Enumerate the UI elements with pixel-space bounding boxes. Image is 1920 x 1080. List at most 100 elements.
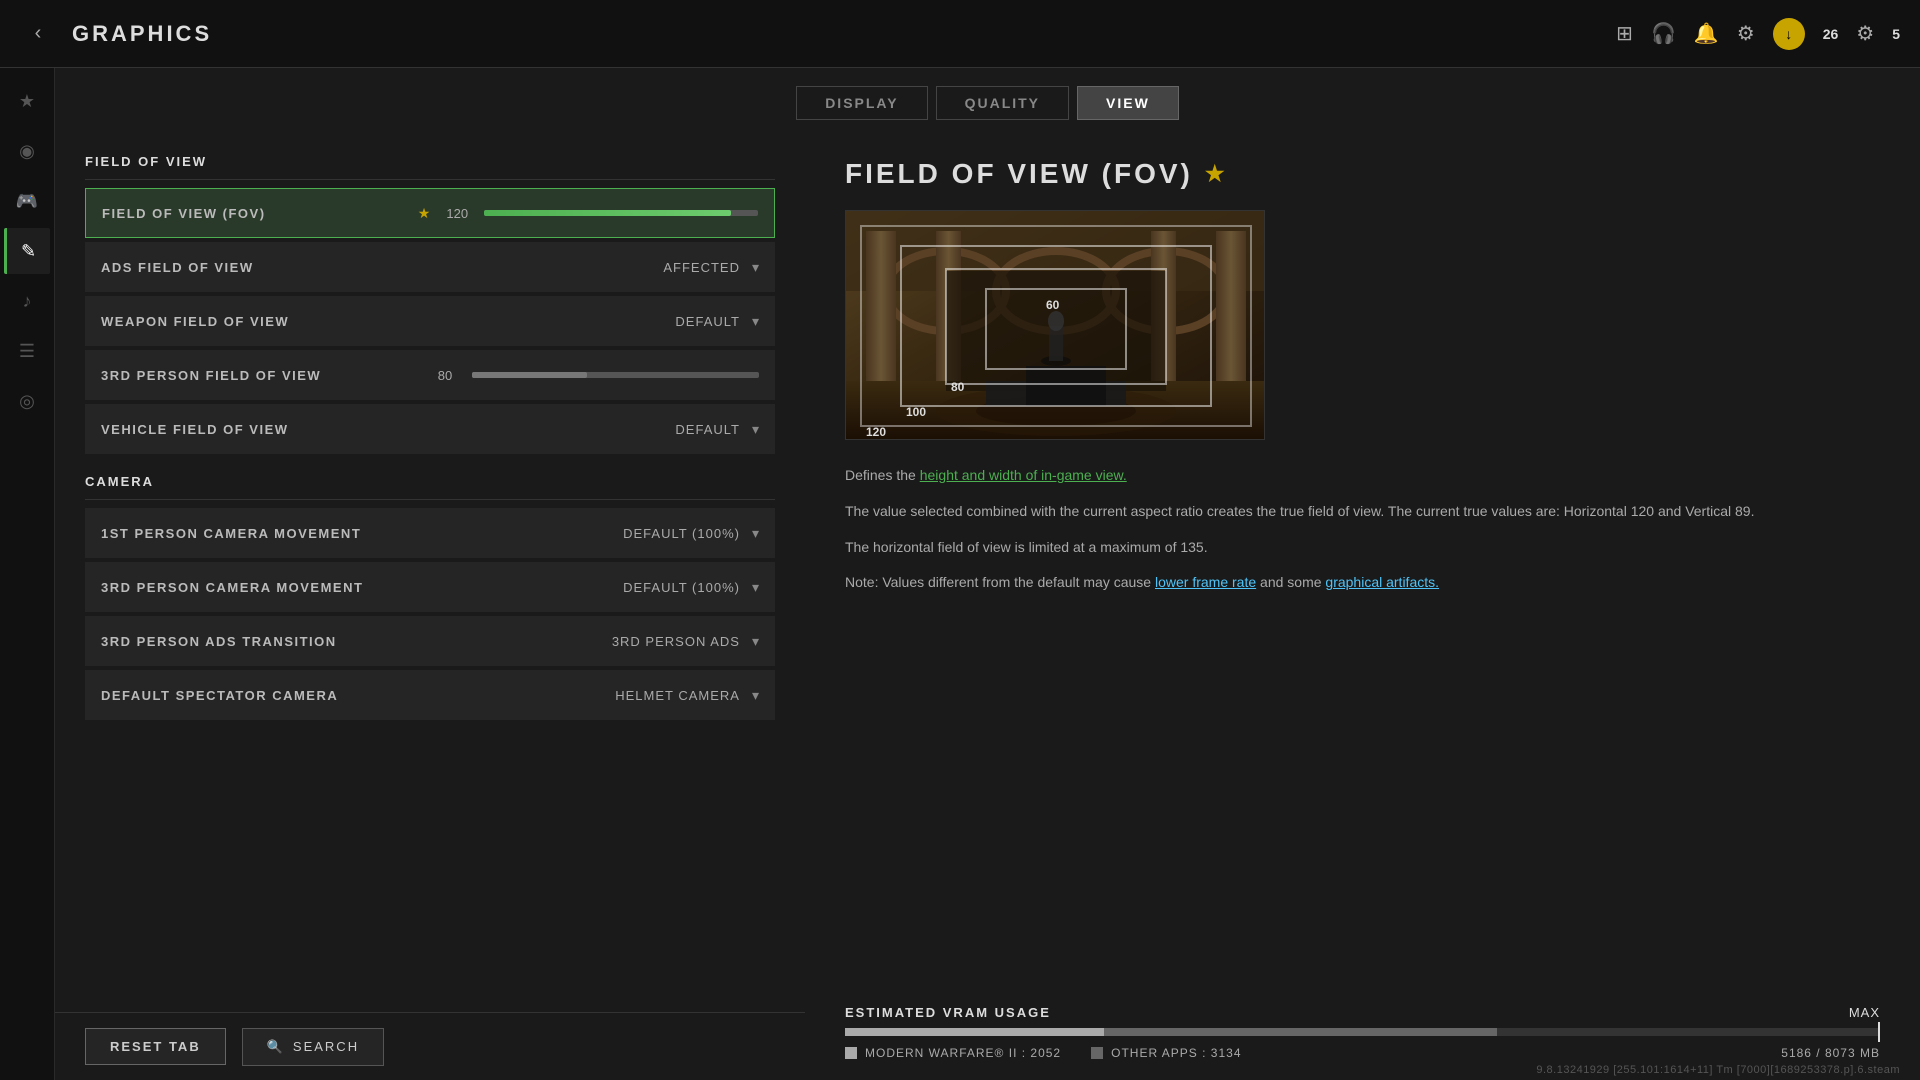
download-badge[interactable]: ↓ [1773,18,1805,50]
3rd-person-ads-row[interactable]: 3RD PERSON ADS TRANSITION 3RD PERSON ADS… [85,616,775,666]
panel-title: FIELD OF VIEW (FOV) ★ [845,158,1880,190]
mw-dot [845,1047,857,1059]
spectator-cam-row[interactable]: DEFAULT SPECTATOR CAMERA HELMET CAMERA ▾ [85,670,775,720]
ads-fov-label: ADS FIELD OF VIEW [101,260,663,275]
fov-diagram: 120 100 80 60 [846,211,1265,440]
tab-quality[interactable]: QUALITY [936,86,1069,120]
sidebar-item-star[interactable]: ★ [4,78,50,124]
star-icon: ★ [19,91,35,112]
other-label: OTHER APPS : 3134 [1111,1046,1241,1060]
grid-icon[interactable]: ⊞ [1616,21,1633,46]
download-icon: ↓ [1785,26,1792,42]
graphics-icon: ✎ [21,241,36,262]
header-right: ⊞ 🎧 🔔 ⚙ ↓ 26 ⚙ 5 [1616,18,1900,50]
network-icon: ◎ [19,391,35,412]
tab-display[interactable]: DISPLAY [796,86,927,120]
left-panel: FIELD OF VIEW FIELD OF VIEW (FOV) ★ 120 … [55,138,805,1080]
desc-4-prefix: Note: Values different from the default … [845,574,1155,590]
vram-total: 5186 / 8073 MB [1781,1046,1880,1060]
main-content: DISPLAY QUALITY VIEW FIELD OF VIEW FIELD… [55,68,1920,1080]
weapon-fov-row[interactable]: WEAPON FIELD OF VIEW DEFAULT ▾ [85,296,775,346]
3rd-person-cam-value: DEFAULT (100%) [623,580,740,595]
back-button[interactable]: ‹ [20,16,56,52]
bell-icon[interactable]: 🔔 [1694,21,1719,46]
header: ‹ GRAPHICS ⊞ 🎧 🔔 ⚙ ↓ 26 ⚙ 5 [0,0,1920,68]
vehicle-fov-label: VEHICLE FIELD OF VIEW [101,422,675,437]
sidebar-item-audio[interactable]: ♪ [4,278,50,324]
3rd-fov-track[interactable] [472,372,759,378]
vram-bar [845,1028,1880,1036]
right-panel: FIELD OF VIEW (FOV) ★ [805,138,1920,1080]
sidebar-item-gamepad[interactable]: 🎮 [4,178,50,224]
3rd-person-fov-row[interactable]: 3RD PERSON FIELD OF VIEW 80 [85,350,775,400]
tabs-bar: DISPLAY QUALITY VIEW [55,68,1920,138]
3rd-person-cam-arrow: ▾ [752,579,759,596]
controller-icon: ◉ [19,141,35,162]
fov-main-label: FIELD OF VIEW (FOV) [102,206,418,221]
description-2: The value selected combined with the cur… [845,500,1880,524]
audio-icon: ♪ [23,291,32,312]
sidebar-item-list[interactable]: ☰ [4,328,50,374]
description-1: Defines the height and width of in-game … [845,464,1880,488]
desc-4-link1[interactable]: lower frame rate [1155,574,1256,590]
3rd-fov-fill [472,372,587,378]
tab-view[interactable]: VIEW [1077,86,1179,120]
fov-slider-section[interactable]: 120 [442,206,758,221]
weapon-fov-value: DEFAULT [675,314,740,329]
gear-icon[interactable]: ⚙ [1737,21,1755,46]
sidebar-item-controller[interactable]: ◉ [4,128,50,174]
vehicle-fov-value: DEFAULT [675,422,740,437]
spectator-cam-label: DEFAULT SPECTATOR CAMERA [101,688,615,703]
ads-fov-row[interactable]: ADS FIELD OF VIEW AFFECTED ▾ [85,242,775,292]
desc-highlight-1: height and width of in-game view. [920,467,1127,483]
ads-fov-value: AFFECTED [663,260,740,275]
svg-text:120: 120 [866,425,886,439]
fov-slider-fill [484,210,730,216]
sidebar-item-network[interactable]: ◎ [4,378,50,424]
camera-header: CAMERA [85,458,775,500]
panel-title-text: FIELD OF VIEW (FOV) [845,158,1193,190]
desc-4-link2[interactable]: graphical artifacts. [1325,574,1439,590]
search-label: SEARCH [293,1039,359,1054]
description-3: The horizontal field of view is limited … [845,536,1880,560]
1st-person-cam-label: 1ST PERSON CAMERA MOVEMENT [101,526,623,541]
vram-max-label: MAX [1849,1005,1880,1020]
fov-slider-track[interactable] [484,210,758,216]
1st-person-cam-value: DEFAULT (100%) [623,526,740,541]
reset-tab-button[interactable]: RESET TAB [85,1028,226,1065]
fov-main-row[interactable]: FIELD OF VIEW (FOV) ★ 120 [85,188,775,238]
version-text: 9.8.13241929 [255.101:1614+11] Tm [7000]… [1536,1064,1900,1076]
mw-label: MODERN WARFARE® II : 2052 [865,1046,1061,1060]
headphones-icon[interactable]: 🎧 [1651,21,1676,46]
sidebar-item-graphics[interactable]: ✎ [4,228,50,274]
field-of-view-header: FIELD OF VIEW [85,138,775,180]
fov-value: 120 [442,206,472,221]
friends-icon[interactable]: ⚙ [1856,21,1874,46]
vram-max-line [1878,1022,1880,1042]
3rd-fov-slider-section[interactable]: 80 [430,368,759,383]
weapon-fov-label: WEAPON FIELD OF VIEW [101,314,675,329]
spectator-cam-arrow: ▾ [752,687,759,704]
page-title: GRAPHICS [72,21,212,47]
vehicle-fov-row[interactable]: VEHICLE FIELD OF VIEW DEFAULT ▾ [85,404,775,454]
search-icon: 🔍 [267,1039,285,1055]
3rd-fov-value: 80 [430,368,460,383]
version-bar: 9.8.13241929 [255.101:1614+11] Tm [7000]… [805,1060,1920,1080]
3rd-person-ads-value: 3RD PERSON ADS [612,634,740,649]
vehicle-fov-arrow: ▾ [752,421,759,438]
1st-person-cam-row[interactable]: 1ST PERSON CAMERA MOVEMENT DEFAULT (100%… [85,508,775,558]
3rd-person-cam-row[interactable]: 3RD PERSON CAMERA MOVEMENT DEFAULT (100%… [85,562,775,612]
svg-text:60: 60 [1046,298,1060,312]
vram-legend: MODERN WARFARE® II : 2052 OTHER APPS : 3… [845,1046,1880,1060]
search-button[interactable]: 🔍 SEARCH [242,1028,384,1066]
vram-legend-mw: MODERN WARFARE® II : 2052 [845,1046,1061,1060]
svg-text:80: 80 [951,380,965,394]
description-4: Note: Values different from the default … [845,571,1880,595]
friends-count: 5 [1892,26,1900,42]
gamepad-icon: 🎮 [16,191,38,212]
spectator-cam-value: HELMET CAMERA [615,688,740,703]
svg-text:100: 100 [906,405,926,419]
vram-bar-mw [845,1028,1104,1036]
vram-header: ESTIMATED VRAM USAGE MAX [845,1005,1880,1020]
bottom-bar: RESET TAB 🔍 SEARCH [55,1012,805,1080]
